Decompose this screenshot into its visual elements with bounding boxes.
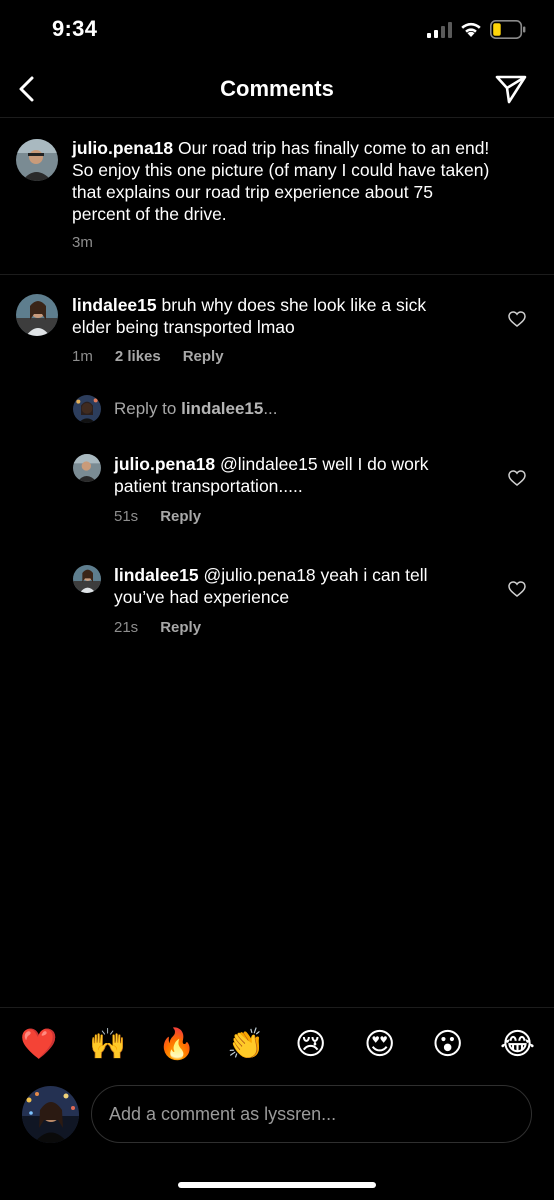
wifi-icon <box>461 22 481 37</box>
home-indicator <box>178 1182 376 1188</box>
battery-icon <box>490 20 526 39</box>
avatar <box>73 395 101 423</box>
caption-time: 3m <box>72 234 93 251</box>
reply-text: lindalee15 @julio.pena18 yeah i can tell… <box>114 565 428 607</box>
avatar <box>22 1086 79 1143</box>
emoji-heart-eyes[interactable]: 😍 <box>364 1028 395 1062</box>
emoji-red-heart[interactable]: ❤️ <box>20 1028 57 1062</box>
emoji-surprised-face[interactable]: 😮 <box>432 1028 463 1062</box>
reply-button[interactable]: Reply <box>160 508 201 525</box>
emoji-tears-of-joy[interactable]: 😂 <box>500 1028 535 1062</box>
avatar[interactable] <box>73 565 101 593</box>
heart-icon[interactable] <box>508 311 526 327</box>
comment-text: lindalee15 bruh why does she look like a… <box>72 295 427 337</box>
reply-username[interactable]: julio.pena18 <box>114 454 215 474</box>
emoji-crying-face[interactable]: 😢 <box>295 1028 326 1062</box>
signal-icon <box>427 22 452 38</box>
caption-username[interactable]: julio.pena18 <box>72 138 173 158</box>
status-time: 9:34 <box>52 16 98 41</box>
page-title: Comments <box>220 76 334 101</box>
reply-meta: 51s Reply <box>114 508 201 525</box>
emoji-quick-bar: ❤️ 🙌 🔥 👏 😢 😍 😮 😂 <box>0 1007 554 1081</box>
heart-icon[interactable] <box>508 470 526 486</box>
send-icon[interactable] <box>494 74 528 104</box>
avatar[interactable] <box>73 454 101 482</box>
reply-time: 21s <box>114 619 139 636</box>
comment-username[interactable]: lindalee15 <box>72 295 157 315</box>
reply-time: 51s <box>114 508 139 525</box>
comment-time: 1m <box>72 348 93 365</box>
reply-to-username: lindalee15 <box>181 399 264 418</box>
emoji-clapping-hands[interactable]: 👏 <box>227 1028 264 1062</box>
comment-input[interactable] <box>91 1085 532 1143</box>
reply-button[interactable]: Reply <box>160 619 201 636</box>
heart-icon[interactable] <box>508 581 526 597</box>
caption-text: julio.pena18 Our road trip has finally c… <box>72 138 490 224</box>
avatar[interactable] <box>16 139 58 181</box>
reply-button[interactable]: Reply <box>183 348 224 365</box>
likes-count[interactable]: 2 likes <box>115 348 161 365</box>
nav-header: Comments <box>0 62 554 118</box>
reply-meta: 21s Reply <box>114 619 201 636</box>
reply-text: julio.pena18 @lindalee15 well I do work … <box>114 454 429 496</box>
emoji-fire[interactable]: 🔥 <box>158 1028 195 1062</box>
reply-username[interactable]: lindalee15 <box>114 565 199 585</box>
caption-meta: 3m <box>72 234 93 251</box>
comment-meta: 1m 2 likes Reply <box>72 348 224 365</box>
post-caption: julio.pena18 Our road trip has finally c… <box>0 119 554 275</box>
emoji-raised-hands[interactable]: 🙌 <box>89 1028 126 1062</box>
reply-to-indicator[interactable]: Reply to lindalee15... <box>114 399 278 419</box>
avatar[interactable] <box>16 294 58 336</box>
status-bar: 9:34 <box>0 0 554 60</box>
